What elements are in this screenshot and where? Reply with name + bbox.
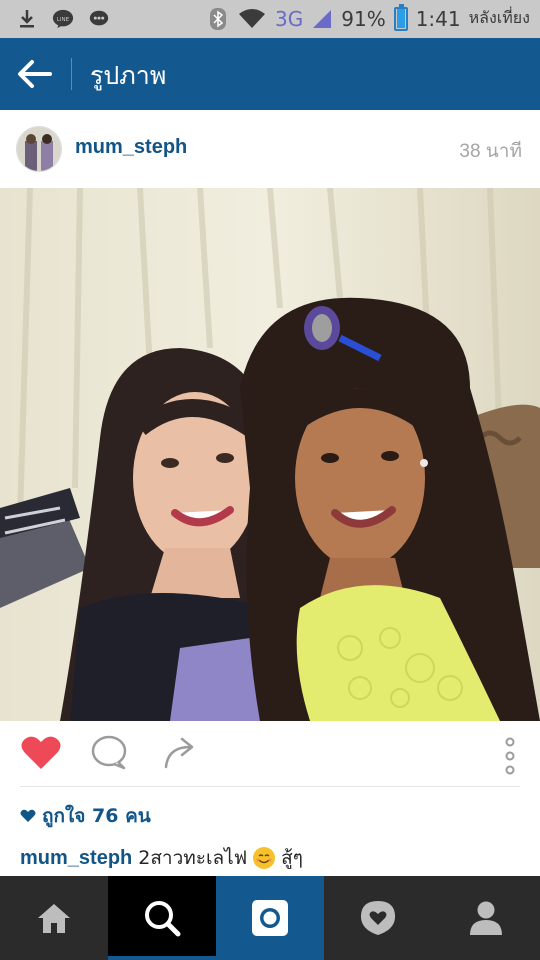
- post-caption: mum_steph 2สาวทะเลไฟ สู้ๆ: [20, 843, 303, 873]
- heart-icon: [21, 736, 61, 769]
- nav-home[interactable]: [0, 876, 108, 960]
- nav-profile[interactable]: [432, 876, 540, 960]
- search-icon: [145, 901, 181, 937]
- back-button[interactable]: [16, 57, 52, 91]
- photo-image: [0, 188, 540, 721]
- caption-text: 2สาวทะเลไฟ: [138, 847, 248, 869]
- smiling-face-emoji: [253, 847, 276, 869]
- post-username[interactable]: mum_steph: [75, 136, 187, 159]
- clock-ampm: หลังเที่ยง: [468, 8, 530, 27]
- wifi-icon: [237, 8, 267, 30]
- caption-suffix: สู้ๆ: [281, 847, 303, 869]
- post-photo[interactable]: [0, 188, 540, 721]
- line-icon: LINE: [52, 8, 74, 30]
- more-vertical-icon: [505, 737, 515, 775]
- nav-active-indicator: [108, 956, 216, 960]
- share-icon: [164, 737, 194, 769]
- bluetooth-icon: [207, 7, 229, 30]
- like-button[interactable]: [20, 735, 62, 775]
- nav-camera[interactable]: [216, 876, 324, 960]
- post-actions: [0, 721, 540, 787]
- caption-username[interactable]: mum_steph: [20, 847, 132, 870]
- clock: 1:41: [415, 6, 461, 31]
- likes-count[interactable]: ถูกใจ 76 คน: [20, 801, 151, 831]
- post-header: mum_steph 38 นาที: [0, 110, 540, 189]
- nav-search[interactable]: [108, 876, 216, 960]
- home-icon: [38, 904, 70, 933]
- post-timestamp: 38 นาที: [459, 141, 522, 162]
- battery-percent: 91%: [341, 6, 386, 31]
- bottom-nav: [0, 876, 540, 960]
- battery-icon: [393, 3, 408, 31]
- nav-activity[interactable]: [324, 876, 432, 960]
- share-button[interactable]: [162, 735, 198, 775]
- comment-icon: [91, 735, 127, 770]
- camera-icon: [252, 900, 288, 936]
- small-heart-icon: [20, 809, 36, 822]
- profile-icon: [470, 901, 502, 935]
- header-divider: [71, 58, 72, 90]
- network-type: 3G: [275, 6, 304, 31]
- download-icon: [16, 8, 38, 30]
- likes-text: ถูกใจ 76 คน: [42, 805, 151, 827]
- comment-button[interactable]: [90, 735, 128, 775]
- arrow-left-icon: [18, 60, 52, 88]
- status-bar: LINE 3G 91% 1:41 หลังเที่ยง: [0, 0, 540, 38]
- actions-divider: [20, 786, 520, 787]
- svg-text:LINE: LINE: [57, 17, 70, 23]
- page-title: รูปภาพ: [90, 61, 167, 90]
- activity-icon: [360, 901, 396, 935]
- avatar[interactable]: [16, 126, 62, 172]
- more-options-button[interactable]: [500, 737, 520, 779]
- signal-icon: [311, 8, 333, 30]
- app-header: รูปภาพ: [0, 38, 540, 110]
- chat-icon: [88, 8, 110, 30]
